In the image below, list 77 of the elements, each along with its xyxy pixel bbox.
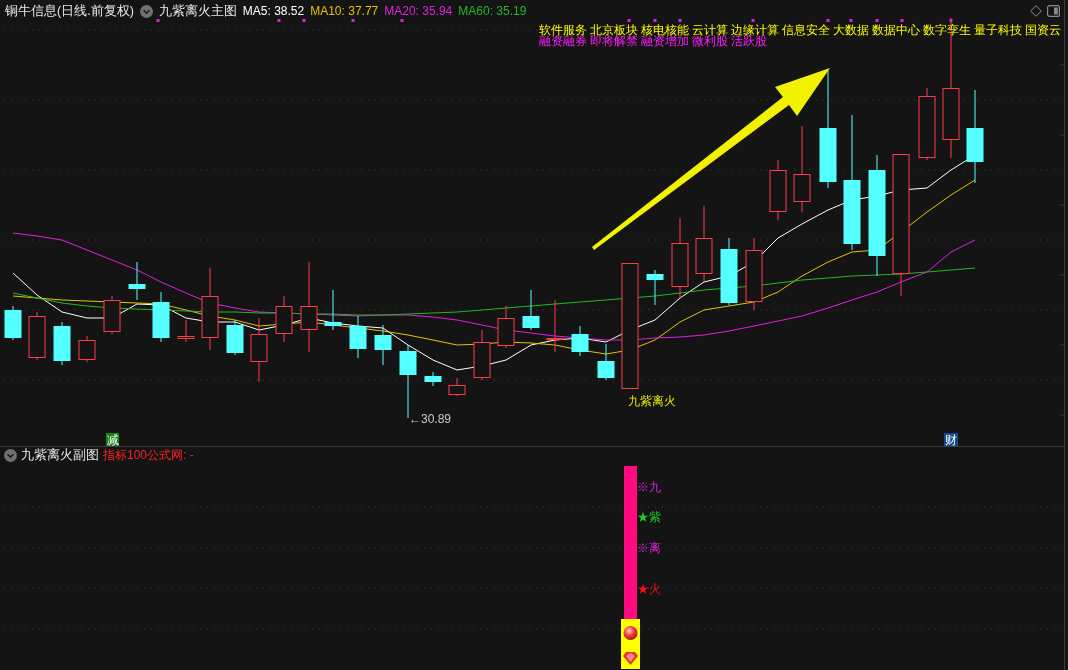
concept-tag[interactable]: 北京板块 <box>590 23 638 36</box>
candlestick <box>571 325 589 357</box>
event-marker <box>627 19 631 22</box>
event-marker <box>949 19 953 22</box>
concept-tag[interactable]: 数字孪生 <box>923 23 971 36</box>
ma-value: MA5: 38.52 <box>242 5 305 17</box>
event-marker <box>900 19 904 22</box>
stock-title: 铜牛信息(日线.前复权) <box>5 4 134 18</box>
signal-label: 九紫离火 <box>628 394 676 408</box>
dropdown-icon[interactable] <box>139 4 153 18</box>
candlestick <box>374 324 392 366</box>
low-price-label: ←30.89 <box>409 412 452 426</box>
event-marker <box>302 19 306 22</box>
candlestick <box>103 295 121 335</box>
panel-toggle-icon[interactable] <box>1047 5 1060 17</box>
candlestick <box>769 159 787 221</box>
event-marker <box>826 19 830 22</box>
event-marker <box>653 19 657 22</box>
formula-source: 指标100公式网: - <box>103 449 194 461</box>
signal-text: ※离 <box>637 541 661 555</box>
diamond-outline-icon[interactable] <box>1030 5 1042 17</box>
feature-tag[interactable]: 微利股 <box>692 35 728 48</box>
candlestick <box>28 311 46 361</box>
event-marker <box>849 19 853 22</box>
event-marker <box>277 19 281 22</box>
candlestick <box>250 317 268 383</box>
sphere-icon <box>623 626 638 640</box>
feature-tag[interactable]: 融资融券 <box>539 35 587 48</box>
candlestick <box>78 335 96 363</box>
candlestick <box>522 289 540 331</box>
candlestick <box>597 343 615 381</box>
event-marker <box>156 19 160 22</box>
candlestick <box>226 319 244 356</box>
candlestick <box>324 289 342 331</box>
candlestick <box>448 377 466 397</box>
signal-text: ★紫 <box>637 510 661 524</box>
event-badge: 财 <box>944 433 958 446</box>
candlestick <box>128 261 146 301</box>
event-marker <box>400 19 404 22</box>
ma-value: MA10: 37.77 <box>310 5 379 17</box>
signal-text: ※九 <box>637 480 661 494</box>
concept-tag[interactable]: 国资云 <box>1025 23 1061 36</box>
concept-tag[interactable]: 大数据 <box>833 23 869 36</box>
dropdown-icon[interactable] <box>4 448 17 462</box>
candlestick <box>720 237 738 306</box>
feature-tag[interactable]: 活跃股 <box>731 35 767 48</box>
candlestick <box>275 295 293 343</box>
event-marker <box>678 19 682 22</box>
event-marker <box>875 19 879 22</box>
event-badge: 减 <box>106 433 119 446</box>
concept-tag[interactable]: 信息安全 <box>782 23 830 36</box>
feature-tag[interactable]: 融资增加 <box>641 35 689 48</box>
concept-tag[interactable]: 数据中心 <box>872 23 920 36</box>
candlestick <box>349 315 367 359</box>
ma-value: MA60: 35.19 <box>458 5 527 17</box>
candlestick <box>53 321 71 366</box>
concept-tag[interactable]: 边缘计算 <box>731 23 779 36</box>
feature-tag[interactable]: 即将解禁 <box>590 35 638 48</box>
diamond-icon <box>623 652 638 665</box>
ma-value: MA20: 35.94 <box>384 5 453 17</box>
event-marker <box>751 19 755 22</box>
candlestick <box>497 305 515 349</box>
concept-tag[interactable]: 软件服务 <box>539 23 587 36</box>
concept-tag[interactable]: 云计算 <box>692 23 728 36</box>
event-marker <box>351 19 355 22</box>
candlestick <box>424 371 442 387</box>
candlestick <box>473 329 491 381</box>
candlestick <box>4 305 22 341</box>
concept-tag[interactable]: 核电核能 <box>641 23 689 36</box>
candlestick <box>177 319 195 343</box>
indicator-title: 九紫离火主图 <box>158 4 237 18</box>
candlestick <box>546 299 564 353</box>
candlestick <box>152 291 170 343</box>
signal-text: ★火 <box>637 582 661 596</box>
candlestick <box>646 269 664 306</box>
concept-tag[interactable]: 量子科技 <box>974 23 1022 36</box>
sub-chart-title: 九紫离火副图 <box>21 448 99 462</box>
